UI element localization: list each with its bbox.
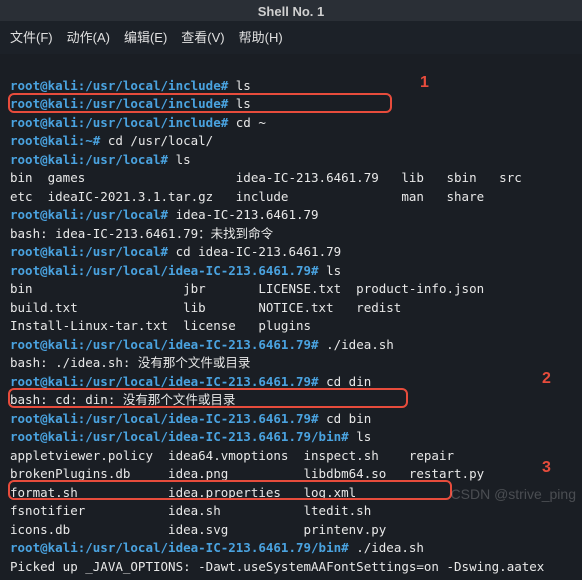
prompt: root@kali:/usr/local/include# xyxy=(10,96,228,111)
command-text: cd ~ xyxy=(236,115,266,130)
prompt: root@kali:/usr/local# xyxy=(10,207,168,222)
prompt: root@kali:/usr/local/idea-IC-213.6461.79… xyxy=(10,429,349,444)
output-line: format.sh idea.properties log.xml xyxy=(10,485,356,500)
prompt: root@kali:/usr/local/include# xyxy=(10,78,228,93)
command-text: cd /usr/local/ xyxy=(108,133,213,148)
prompt: root@kali:/usr/local/idea-IC-213.6461.79… xyxy=(10,337,319,352)
output-line: icons.db idea.svg printenv.py xyxy=(10,522,386,537)
command-text: ls xyxy=(236,96,251,111)
command-text: ls xyxy=(176,152,191,167)
output-line: bin games idea-IC-213.6461.79 lib sbin s… xyxy=(10,170,522,185)
menu-file[interactable]: 文件(F) xyxy=(10,27,53,46)
menubar: 文件(F) 动作(A) 编辑(E) 查看(V) 帮助(H) xyxy=(0,21,582,54)
prompt: root@kali:/usr/local# xyxy=(10,152,168,167)
prompt: root@kali:~# xyxy=(10,133,100,148)
command-text: cd din xyxy=(326,374,371,389)
command-text: ls xyxy=(236,78,251,93)
menu-view[interactable]: 查看(V) xyxy=(181,27,224,46)
output-line: fsnotifier idea.sh ltedit.sh xyxy=(10,503,371,518)
command-text: ls xyxy=(326,263,341,278)
output-line: etc ideaIC-2021.3.1.tar.gz include man s… xyxy=(10,189,484,204)
prompt: root@kali:/usr/local# xyxy=(10,244,168,259)
prompt: root@kali:/usr/local/idea-IC-213.6461.79… xyxy=(10,411,319,426)
command-text: idea-IC-213.6461.79 xyxy=(176,207,319,222)
command-text: ls xyxy=(356,429,371,444)
prompt: root@kali:/usr/local/idea-IC-213.6461.79… xyxy=(10,374,319,389)
output-line: appletviewer.policy idea64.vmoptions ins… xyxy=(10,448,454,463)
output-line: brokenPlugins.db idea.png libdbm64.so re… xyxy=(10,466,484,481)
prompt: root@kali:/usr/local/idea-IC-213.6461.79… xyxy=(10,263,319,278)
output-line: build.txt lib NOTICE.txt redist xyxy=(10,300,401,315)
output-line: bash: idea-IC-213.6461.79：未找到命令 xyxy=(10,226,273,241)
output-line: Install-Linux-tar.txt license plugins xyxy=(10,318,311,333)
window-title: Shell No. 1 xyxy=(258,4,324,19)
output-line: bash: cd: din: 没有那个文件或目录 xyxy=(10,392,235,407)
command-text: cd idea-IC-213.6461.79 xyxy=(176,244,342,259)
output-line: bin jbr LICENSE.txt product-info.json xyxy=(10,281,484,296)
command-text: ./idea.sh xyxy=(356,540,424,555)
prompt: root@kali:/usr/local/include# xyxy=(10,115,228,130)
prompt: root@kali:/usr/local/idea-IC-213.6461.79… xyxy=(10,540,349,555)
command-text: ./idea.sh xyxy=(326,337,394,352)
output-line: Picked up _JAVA_OPTIONS: -Dawt.useSystem… xyxy=(10,559,544,574)
watermark-line: CSDN @strive_ping xyxy=(451,487,576,502)
menu-help[interactable]: 帮助(H) xyxy=(239,27,283,46)
watermark: CSDN @strive_ping xyxy=(451,487,576,502)
window-titlebar: Shell No. 1 xyxy=(0,0,582,21)
menu-edit[interactable]: 编辑(E) xyxy=(124,27,167,46)
command-text: cd bin xyxy=(326,411,371,426)
menu-action[interactable]: 动作(A) xyxy=(67,27,110,46)
output-line: bash: ./idea.sh: 没有那个文件或目录 xyxy=(10,355,250,370)
